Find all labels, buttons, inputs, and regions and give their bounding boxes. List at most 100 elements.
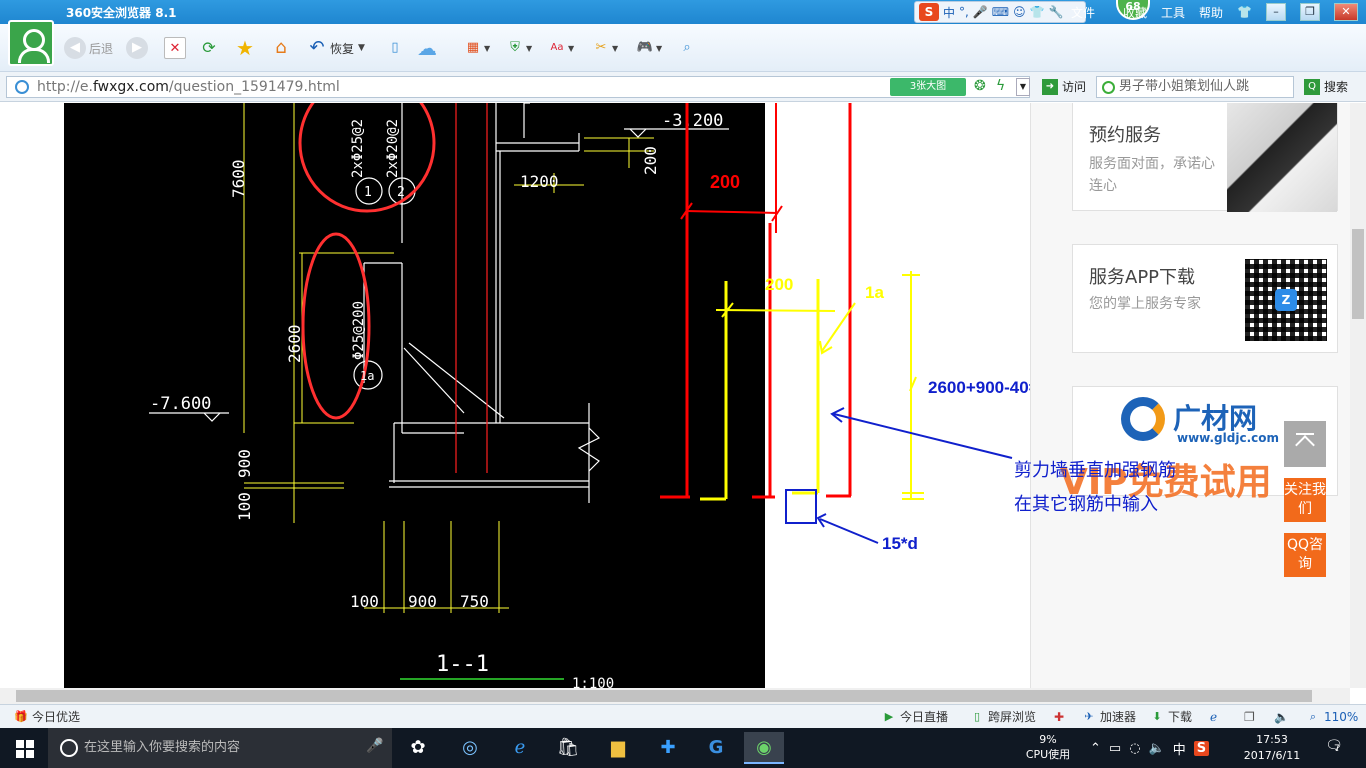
dropdown-icon[interactable]: ▼ [1016, 78, 1030, 96]
taskview-icon[interactable]: ✿ [398, 732, 438, 764]
start-button[interactable] [0, 728, 48, 768]
app-swirl-icon[interactable]: ◎ [450, 732, 490, 764]
shield-icon: ⛨ [510, 40, 520, 55]
user-icon[interactable]: ☺ [1013, 5, 1026, 19]
status-accelerator[interactable]: ✈ 加速器 [1082, 709, 1136, 725]
stop-icon: ✕ [164, 37, 186, 59]
network-icon[interactable]: ◌ [1129, 741, 1140, 756]
favorite-button[interactable]: ★ [234, 36, 256, 60]
status-cross-screen[interactable]: ▯ 跨屏浏览 [970, 709, 1036, 725]
ime-mode[interactable]: 中 [943, 4, 955, 21]
app-download-card[interactable]: 服务APP下载 您的掌上服务专家 [1072, 244, 1338, 353]
yellow-dim-label: 200 [765, 275, 793, 294]
clock[interactable]: 17:53 2017/6/11 [1240, 732, 1304, 764]
explorer-icon[interactable]: ▆ [598, 732, 638, 764]
forward-button[interactable]: ▶ [126, 36, 148, 60]
app-download-title: 服务APP下载 [1089, 267, 1196, 288]
status-download[interactable]: ⬇ 下载 [1150, 709, 1192, 725]
taskbar-search-input[interactable]: 在这里输入你要搜索的内容 [48, 728, 392, 768]
title-bar: 360安全浏览器 8.1 S 中 °, 🎤 ⌨ ☺ 👕 🔧 68 文件 查看 收… [0, 0, 1366, 24]
side-panel: 预约服务 服务面对面，承诺心连心 服务APP下载 您的掌上服务专家 广材网 ww… [1030, 103, 1350, 688]
taskbar-ime[interactable]: 中 [1173, 739, 1186, 758]
anchor-label: 15*d [882, 534, 918, 553]
today-picks[interactable]: 🎁 今日优选 [14, 709, 80, 725]
minimize-button[interactable]: – [1266, 3, 1286, 21]
arrow-left-icon: ◀ [64, 37, 86, 59]
battery-icon[interactable]: ▭ [1109, 741, 1121, 756]
status-live[interactable]: ▶ 今日直播 [882, 709, 948, 725]
security-button[interactable]: ⛨ ▼ [504, 36, 532, 60]
compat-icon[interactable]: ❂ [974, 78, 986, 94]
mobile-button[interactable]: ▯ [384, 36, 406, 60]
skin-icon[interactable]: 👕 [1237, 5, 1252, 19]
address-bar: http://e.fwxgx.com/question_1591479.html… [0, 72, 1366, 102]
wrench-icon[interactable]: 🔧 [1049, 5, 1064, 19]
ime-toolbar[interactable]: S 中 °, 🎤 ⌨ ☺ 👕 🔧 [914, 1, 1086, 23]
chevron-down-icon: ▼ [358, 43, 365, 53]
volume-icon[interactable]: 🔈 [1274, 709, 1289, 725]
glodon-icon[interactable]: G [696, 732, 736, 764]
lightning-icon[interactable]: ϟ [996, 78, 1005, 94]
rocket-icon: ✈ [1084, 710, 1094, 723]
zoom-button[interactable]: ⌕ [676, 36, 698, 60]
edge-icon[interactable]: ℯ [500, 732, 540, 764]
search-button[interactable]: 搜索 [1304, 76, 1348, 98]
cpu-meter[interactable]: 9% CPU使用 [1020, 732, 1076, 762]
home-icon: ⌂ [275, 37, 287, 58]
maximize-button[interactable]: ❐ [1300, 3, 1320, 21]
store-icon[interactable]: 🛍 [548, 732, 588, 764]
appointment-card[interactable]: 预约服务 服务面对面，承诺心连心 [1072, 103, 1338, 212]
horizontal-scroll-thumb[interactable] [16, 690, 1312, 702]
home-button[interactable]: ⌂ [270, 36, 292, 60]
appointment-title: 预约服务 [1089, 125, 1161, 146]
magnifier-icon: ⌕ [683, 40, 691, 55]
follow-us-button[interactable]: 关注我们 [1284, 478, 1326, 522]
menu-file[interactable]: 文件 [1071, 4, 1095, 21]
red-dim-label: 200 [710, 172, 740, 192]
refresh-button[interactable]: ⟳ [198, 36, 220, 60]
visit-button[interactable]: 访问 [1042, 76, 1086, 98]
app-plus-icon[interactable]: ✚ [648, 732, 688, 764]
restore-button[interactable]: ↶ 恢复 ▼ [306, 36, 365, 60]
punctuation-icon[interactable]: °, [959, 5, 969, 19]
keyboard-icon[interactable]: ⌨ [992, 5, 1009, 19]
user-avatar-icon[interactable] [8, 20, 54, 66]
volume-icon[interactable]: 🔈 [1149, 741, 1165, 756]
menu-tools[interactable]: 工具 [1161, 4, 1185, 21]
qq-consult-button[interactable]: QQ咨询 [1284, 533, 1326, 577]
cloud-button[interactable]: ☁ [416, 36, 438, 60]
handshake-image [1227, 103, 1337, 212]
ie-icon[interactable]: ℯ [1210, 709, 1217, 725]
screenshot-button[interactable]: ✂ ▼ [590, 36, 619, 60]
apps-button[interactable]: ▦ ▼ [462, 36, 490, 60]
menu-favorites[interactable]: 收藏 [1123, 4, 1147, 21]
sogou-icon[interactable]: S [1193, 740, 1210, 756]
vertical-scrollbar[interactable] [1350, 103, 1366, 688]
play-icon: ▶ [884, 710, 894, 723]
browser-360-icon[interactable]: ◉ [744, 732, 784, 764]
close-button[interactable]: ✕ [1334, 3, 1358, 21]
back-to-top-button[interactable] [1284, 421, 1326, 467]
chevron-up-icon[interactable]: ⌃ [1090, 741, 1101, 756]
back-button[interactable]: ◀ 后退 [64, 36, 113, 60]
window-icon[interactable]: ❐ [1244, 709, 1255, 725]
zoom-level[interactable]: ⌕ 110% [1306, 709, 1358, 725]
horizontal-scrollbar[interactable] [0, 688, 1350, 704]
shirt-icon[interactable]: 👕 [1030, 5, 1045, 19]
phone-icon: ▯ [391, 40, 399, 55]
yellow-1a-label: 1a [865, 283, 884, 302]
vertical-scroll-thumb[interactable] [1352, 229, 1364, 319]
search-input[interactable]: 男子带小姐策划仙人跳 [1096, 76, 1294, 98]
microphone-icon[interactable]: 🎤 [973, 5, 988, 19]
microphone-icon[interactable]: 🎤 [366, 738, 383, 754]
url-input[interactable]: http://e.fwxgx.com/question_1591479.html [6, 76, 1030, 98]
menu-help[interactable]: 帮助 [1199, 4, 1223, 21]
stop-button[interactable]: ✕ [164, 36, 186, 60]
download-icon: ⬇ [1152, 710, 1162, 723]
formula-label-a: 2600+900-40= [928, 378, 1039, 397]
translate-button[interactable]: Aa ▼ [546, 36, 575, 60]
notification-icon[interactable]: 🗨 7 [1324, 738, 1344, 758]
game-button[interactable]: 🎮 ▼ [634, 36, 662, 60]
plugin-icon[interactable]: ✚ [1054, 709, 1064, 725]
big-image-button[interactable]: 3张大图 [890, 78, 966, 96]
